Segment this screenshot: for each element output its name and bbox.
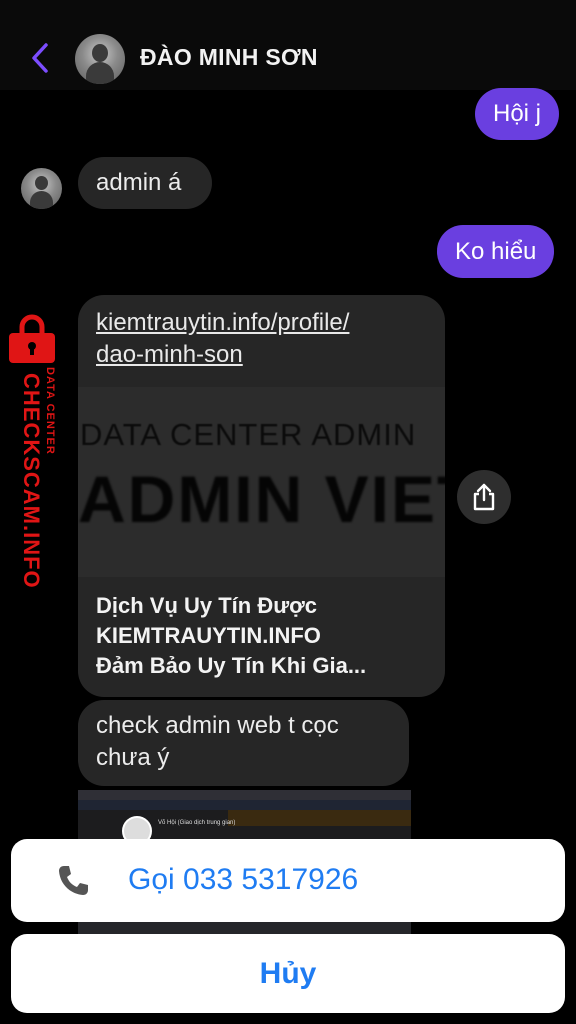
preview-name: Võ Hội (Giao dịch trung gian) <box>158 820 236 826</box>
preview-image-text: DATA CENTER ADMIN <box>80 417 417 452</box>
link-url[interactable]: kiemtrauytin.info/profile/ dao-minh-son <box>96 307 426 371</box>
share-icon <box>473 483 495 511</box>
link-title: Dịch Vụ Uy Tín Được KIEMTRAUYTIN.INFO Đả… <box>96 593 367 678</box>
message-bubble-incoming[interactable]: admin á <box>78 157 212 209</box>
message-text: Hội j <box>493 100 542 127</box>
chevron-left-icon <box>32 43 48 73</box>
call-label: Gọi 033 5317926 <box>128 863 359 896</box>
chat-header: ĐÀO MINH SƠN <box>0 0 576 90</box>
message-text: check admin web t cọc <box>96 712 339 739</box>
watermark: CHECKSCAM.INFO DATA CENTER <box>0 305 64 595</box>
message-text: admin á <box>96 169 182 196</box>
contact-avatar[interactable] <box>75 34 125 84</box>
watermark-sub-text: DATA CENTER <box>44 367 56 455</box>
contact-name[interactable]: ĐÀO MINH SƠN <box>140 44 318 71</box>
phone-icon <box>59 866 88 895</box>
cancel-button[interactable]: Hủy <box>11 934 565 1013</box>
back-button[interactable] <box>24 38 56 78</box>
message-bubble-outgoing[interactable]: Ko hiểu <box>437 225 555 278</box>
preview-image-text: ADMIN VIET <box>78 462 445 536</box>
message-text: chưa ý <box>96 744 170 771</box>
call-button[interactable]: Gọi 033 5317926 <box>11 839 565 922</box>
message-text: Ko hiểu <box>455 237 537 265</box>
watermark-main-text: CHECKSCAM.INFO <box>19 373 44 589</box>
message-bubble-outgoing[interactable]: Hội j <box>475 88 560 140</box>
link-preview-card[interactable]: kiemtrauytin.info/profile/ dao-minh-son … <box>78 295 445 697</box>
share-button[interactable] <box>457 470 511 524</box>
sender-avatar[interactable] <box>21 168 62 209</box>
cancel-label: Hủy <box>259 956 317 990</box>
lock-icon <box>9 314 55 363</box>
message-bubble-incoming[interactable]: check admin web t cọc chưa ý <box>78 700 409 786</box>
link-preview-image[interactable]: DATA CENTER ADMIN ADMIN VIET <box>78 387 445 577</box>
